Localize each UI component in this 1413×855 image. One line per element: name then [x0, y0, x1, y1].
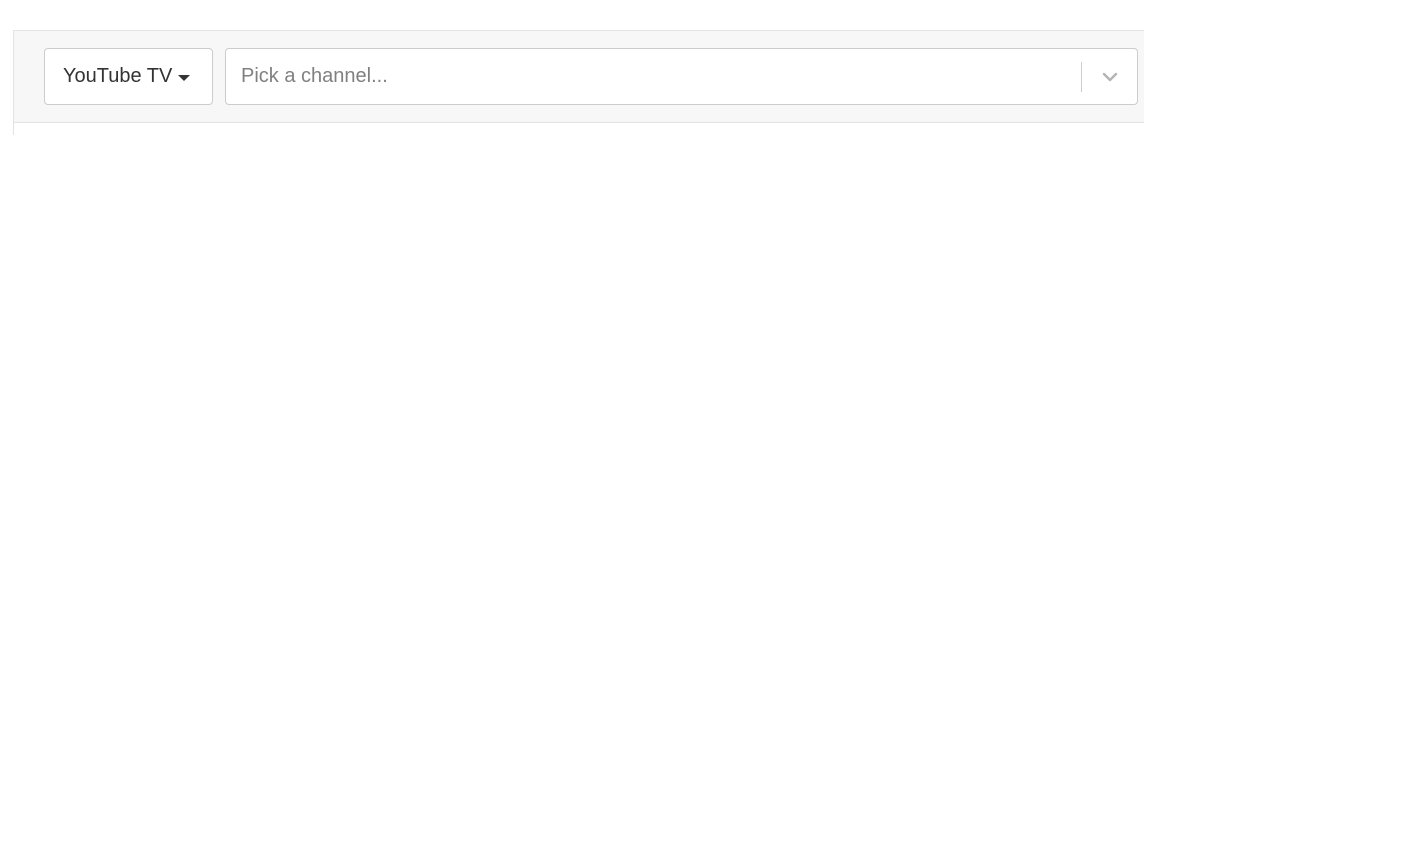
channel-select-placeholder: Pick a channel... — [241, 65, 388, 87]
provider-dropdown-label: YouTube TV — [63, 65, 173, 87]
channel-dropdown-toggle[interactable] — [1090, 49, 1130, 104]
select-indicator-separator — [1081, 62, 1082, 92]
channel-select[interactable]: Pick a channel... — [225, 48, 1138, 105]
chevron-down-icon — [1102, 72, 1118, 81]
caret-down-icon — [178, 74, 191, 81]
provider-dropdown-button[interactable]: YouTube TV — [44, 48, 213, 105]
content-panel-edge — [13, 123, 14, 135]
